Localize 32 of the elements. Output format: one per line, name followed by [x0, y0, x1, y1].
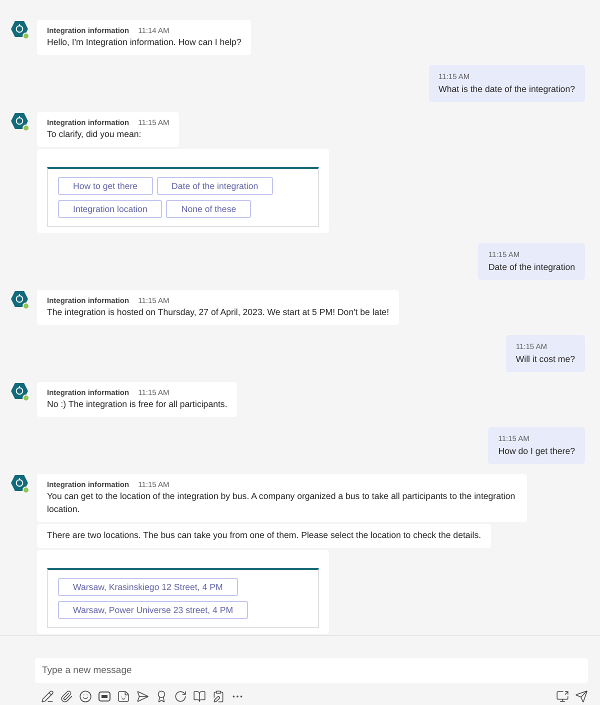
message-text: Hello, I'm Integration information. How can I help? [47, 36, 242, 49]
gif-box-icon[interactable] [97, 689, 111, 703]
attach-icon[interactable] [59, 689, 73, 703]
message-text: You can get to the location of the integration by bus. A company organized a bus to take all participants to the integration location. [47, 490, 516, 516]
choice-button[interactable]: How to get there [58, 177, 153, 195]
bot-avatar-icon [10, 382, 30, 402]
screen-share-icon[interactable] [555, 689, 569, 703]
choice-button[interactable]: Date of the integration [156, 177, 274, 195]
sticker-icon[interactable] [116, 689, 130, 703]
bot-avatar-icon [10, 474, 30, 494]
message-text: The integration is hosted on Thursday, 27 of April, 2023. We start at 5 PM! Don't be late! [47, 306, 390, 319]
bot-avatar-icon [10, 290, 30, 310]
message-text: To clarify, did you mean: [47, 128, 142, 141]
choice-button[interactable]: None of these [166, 200, 252, 218]
message-text: No :) The integration is free for all participants. [47, 398, 228, 411]
book-icon[interactable] [192, 689, 206, 703]
emoji-icon[interactable] [78, 689, 92, 703]
message-text: How do I get there? [498, 445, 575, 458]
bot-avatar-icon [10, 112, 30, 132]
bot-avatar-icon [10, 20, 30, 40]
message-text: Date of the integration [488, 261, 575, 274]
clipboard-icon[interactable] [211, 689, 225, 703]
choice-button[interactable]: Warsaw, Power Universe 23 street, 4 PM [58, 601, 248, 619]
message-input[interactable]: Type a new message [35, 658, 588, 683]
format-pencil-icon[interactable] [40, 689, 54, 703]
choice-button[interactable]: Integration location [58, 200, 162, 218]
loop-icon[interactable] [173, 689, 187, 703]
send-icon[interactable] [574, 689, 588, 703]
choice-button[interactable]: Warsaw, Krasinskiego 12 Street, 4 PM [58, 578, 238, 596]
message-text: There are two locations. The bus can take you from one of them. Please select the location to check the details. [37, 524, 492, 548]
message-text: What is the date of the integration? [438, 83, 575, 96]
message-text: Will it cost me? [516, 353, 575, 366]
